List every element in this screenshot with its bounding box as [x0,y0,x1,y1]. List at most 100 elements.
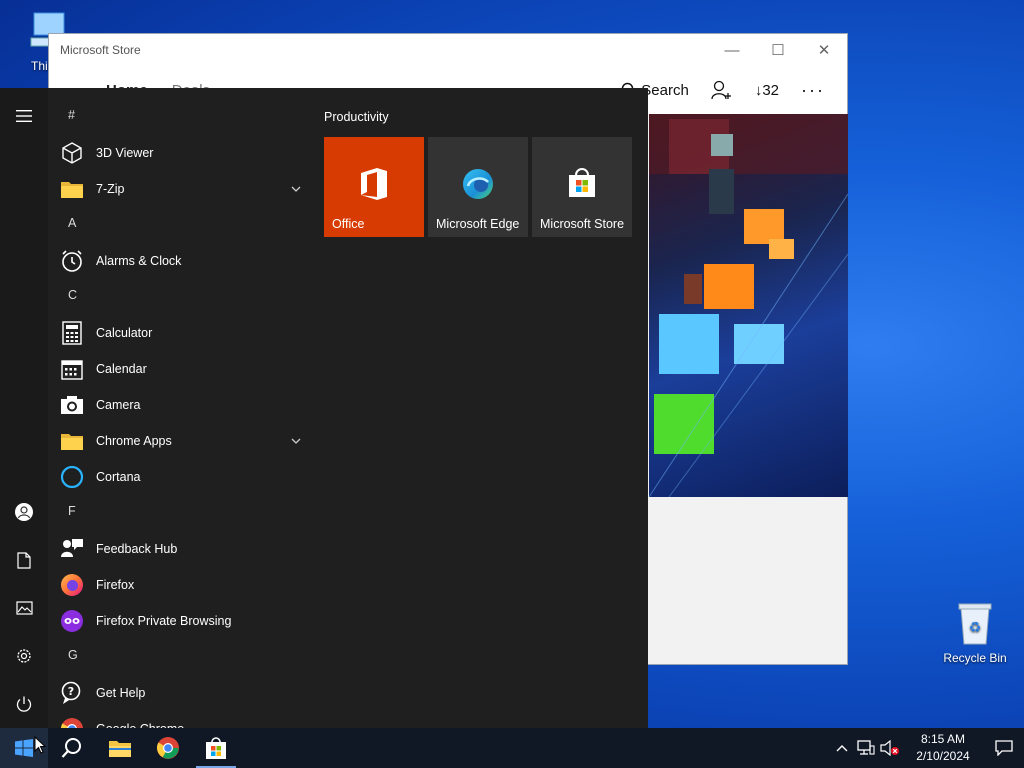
app-list-item[interactable]: Alarms & Clock [48,243,312,279]
volume-button[interactable] [878,728,902,768]
pictures-rail-button[interactable] [0,586,48,630]
tile-microsoft-edge[interactable]: Microsoft Edge [428,137,528,237]
search-taskbar-button[interactable] [48,728,96,768]
hamburger-icon [16,110,32,122]
tile-label: Microsoft Store [540,217,625,231]
edge-icon [428,167,528,201]
clock-icon [48,249,96,273]
clock-date: 2/10/2024 [916,749,970,763]
camera-icon [48,395,96,415]
folder-icon [48,431,96,451]
svg-text:?: ? [68,685,74,698]
app-list-item[interactable]: Chrome Apps [48,423,312,459]
app-list-item[interactable]: Camera [48,387,312,423]
app-list-item-label: Cortana [96,470,141,484]
file-explorer-taskbar-button[interactable] [96,728,144,768]
app-list-item[interactable]: Google Chrome [48,711,312,728]
calendar-icon [48,358,96,380]
app-list-item[interactable]: Feedback Hub [48,531,312,567]
app-list-item[interactable]: 7-Zip [48,171,312,207]
start-menu: #3D Viewer 7-Zip A Alarms & Clock C Calculato… [0,88,648,728]
notification-icon [995,740,1013,756]
app-list-item-label: Alarms & Clock [96,254,182,268]
chrome-icon [48,717,96,728]
app-list-item-label: Camera [96,398,141,412]
minimize-button[interactable]: — [709,34,755,66]
picture-icon [15,601,33,615]
chrome-taskbar-button[interactable] [144,728,192,768]
start-rail [0,88,48,728]
network-button[interactable] [854,728,878,768]
svg-text:♻: ♻ [969,620,982,636]
app-list-item-label: Get Help [96,686,146,700]
store-bag-icon [206,737,226,759]
app-list: #3D Viewer 7-Zip A Alarms & Clock C Calculato… [48,88,312,728]
app-list-item-label: Calendar [96,362,147,376]
chrome-icon [156,737,179,759]
recycle-bin-desktop-icon[interactable]: ♻ Recycle Bin [935,600,1015,665]
hamburger-menu-button[interactable] [0,94,48,138]
store-taskbar-button[interactable] [192,728,240,768]
tile-label: Microsoft Edge [436,217,520,231]
app-list-item-label: Firefox Private Browsing [96,614,232,628]
app-list-item[interactable]: Firefox [48,567,312,603]
app-list-section-header[interactable]: G [68,648,78,662]
account-rail-button[interactable] [0,490,48,534]
recycle-bin-icon: ♻ [935,600,1015,649]
clock-time: 8:15 AM [920,732,966,746]
taskbar: 8:15 AM 2/10/2024 [0,728,1024,768]
app-list-item-label: 7-Zip [96,182,125,196]
tile-label: Office [332,217,365,231]
calculator-icon [48,321,96,345]
account-button[interactable] [711,80,733,100]
tile-microsoft-store[interactable]: Microsoft Store [532,137,632,237]
firefox-icon [48,573,96,597]
recycle-bin-label: Recycle Bin [943,651,1007,665]
action-center-button[interactable] [984,728,1024,768]
downloads-button[interactable]: ↓ 32 [755,82,779,99]
power-icon [16,696,32,712]
volume-muted-icon [880,740,899,756]
clock[interactable]: 8:15 AM 2/10/2024 [908,731,978,765]
search-label: Search [641,81,689,99]
app-list-item[interactable]: Firefox Private Browsing [48,603,312,639]
system-tray: 8:15 AM 2/10/2024 [830,728,1024,768]
app-list-item-label: 3D Viewer [96,146,154,160]
app-list-section-header[interactable]: C [68,288,77,302]
more-options-button[interactable]: ··· [801,80,825,101]
documents-rail-button[interactable] [0,538,48,582]
mouse-cursor-icon [34,736,46,754]
tile-office[interactable]: Office [324,137,424,237]
app-list-item[interactable]: Calendar [48,351,312,387]
app-list-item[interactable]: Cortana [48,459,312,495]
user-icon [15,503,33,521]
app-list-section-header[interactable]: A [68,216,76,230]
app-list-section-header[interactable]: F [68,504,76,518]
app-list-item-label: Firefox [96,578,135,592]
app-list-item[interactable]: 3D Viewer [48,135,312,171]
search-icon [61,738,81,758]
office-icon [324,167,424,201]
folder-icon [48,179,96,199]
chevron-down-icon[interactable] [286,183,306,195]
gear-icon [17,649,31,663]
chevron-down-icon[interactable] [286,435,306,447]
app-list-item[interactable]: Calculator [48,315,312,351]
close-button[interactable]: ✕ [801,34,847,66]
show-hidden-icons-button[interactable] [830,728,854,768]
firefox-private-icon [48,609,96,633]
store-titlebar: Microsoft Store — ☐ ✕ [49,34,847,66]
document-icon [17,551,31,569]
cortana-icon [48,465,96,489]
settings-rail-button[interactable] [0,634,48,678]
hero-banner-image[interactable] [649,114,848,497]
store-bag-icon [532,167,632,199]
chevron-up-icon [836,745,848,752]
power-rail-button[interactable] [0,682,48,726]
app-list-section-header[interactable]: # [68,108,75,122]
maximize-button[interactable]: ☐ [755,34,801,66]
download-arrow-icon: ↓ [754,81,763,99]
start-button[interactable] [0,728,48,768]
help-icon: ? [48,681,96,705]
app-list-item[interactable]: ? Get Help [48,675,312,711]
